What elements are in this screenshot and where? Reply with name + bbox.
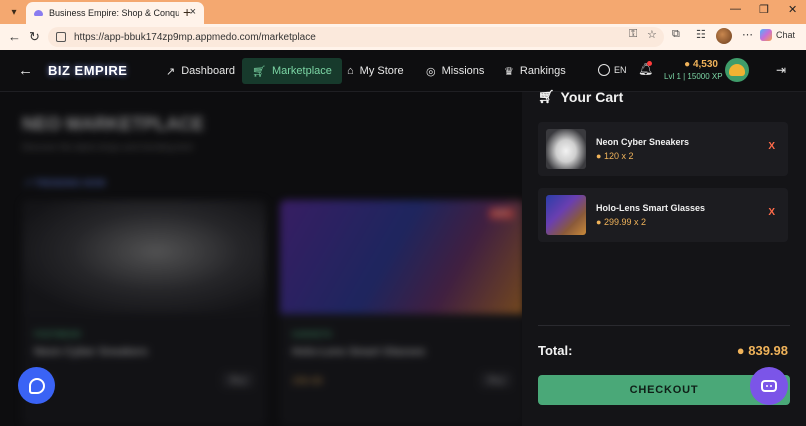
cart-item-price-value: 120 x 2 <box>603 151 634 161</box>
marketplace-title: NEO MARKETPLACE <box>22 114 205 134</box>
notification-dot <box>647 61 652 66</box>
cart-title-text: Your Cart <box>560 89 624 105</box>
chat-button[interactable] <box>18 367 55 404</box>
player-stats: ● 4,530 Lvl 1 | 15000 XP <box>664 59 723 81</box>
nav-dashboard-label: Dashboard <box>181 65 236 77</box>
total-value-amount: 839.98 <box>748 343 788 358</box>
nav-rankings[interactable]: ♛ Rankings <box>494 58 576 84</box>
nav-dashboard[interactable]: ↗ Dashboard <box>156 58 245 84</box>
target-icon: ◎ <box>426 65 436 78</box>
coin-bag-icon: ● <box>736 343 745 358</box>
cart-item-name: Neon Cyber Sneakers <box>596 137 690 147</box>
coin-balance: ● 4,530 <box>664 59 718 70</box>
level-xp: Lvl 1 | 15000 XP <box>664 72 723 81</box>
new-tab-button[interactable]: + <box>183 4 191 20</box>
player-avatar[interactable] <box>725 58 749 82</box>
profile-avatar[interactable] <box>716 28 732 44</box>
minimize-button[interactable]: — <box>730 3 741 15</box>
product-image <box>280 200 524 314</box>
cart-item-price: ● 299.99 x 2 <box>596 217 646 227</box>
nav-rankings-label: Rankings <box>519 65 566 77</box>
nav-marketplace-label: Marketplace <box>271 65 332 77</box>
tab-title: Business Empire: Shop & Conquer <box>49 8 179 18</box>
brand-logo[interactable]: BIZ EMPIRE <box>48 63 127 78</box>
hot-badge: HOT <box>489 208 514 219</box>
nav-my-store[interactable]: ⌂ My Store <box>337 58 414 84</box>
robot-icon <box>761 380 777 392</box>
language-selector[interactable]: EN <box>598 64 627 76</box>
back-arrow-icon[interactable]: ← <box>18 62 33 79</box>
url-text: https://app-bbuk174zp9mp.appmedo.com/mar… <box>74 31 316 43</box>
sneakers-thumbnail <box>546 129 586 169</box>
trending-label: ↗ TRENDING NOW <box>24 178 106 188</box>
cart-divider <box>538 325 790 326</box>
globe-icon <box>598 64 610 76</box>
remove-item-button[interactable]: X <box>768 207 775 218</box>
app-root: ← BIZ EMPIRE ↗ Dashboard 🛒︎ Marketplace … <box>0 50 806 426</box>
cart-title: 🛒︎ Your Cart <box>538 89 623 105</box>
refresh-button[interactable]: ↻ <box>29 29 40 45</box>
language-label: EN <box>614 65 627 75</box>
more-options-icon[interactable]: ⋯ <box>742 28 753 41</box>
browser-tab[interactable]: Business Empire: Shop & Conquer × <box>26 2 204 24</box>
cart-item: Holo-Lens Smart Glasses ● 299.99 x 2 X <box>538 188 788 242</box>
cart-icon: 🛒︎ <box>252 65 266 78</box>
coin-bag-icon: ● <box>596 151 602 161</box>
address-bar-row: ← ↻ https://app-bbuk174zp9mp.appmedo.com… <box>0 24 806 50</box>
product-category: FOOTWEAR <box>34 330 81 339</box>
url-field[interactable]: https://app-bbuk174zp9mp.appmedo.com/mar… <box>48 27 664 47</box>
key-icon[interactable]: ⚿ <box>629 28 637 41</box>
product-card: FOOTWEAR Neon Cyber Sneakers 120 Buy <box>22 200 266 426</box>
tab-actions-menu[interactable]: ▾ <box>3 2 25 22</box>
cart-item: Neon Cyber Sneakers ● 120 x 2 X <box>538 122 788 176</box>
close-window-button[interactable]: ✕ <box>788 3 797 16</box>
top-navbar: ← BIZ EMPIRE ↗ Dashboard 🛒︎ Marketplace … <box>0 50 806 92</box>
chat-bubble-icon <box>28 377 45 394</box>
trending-up-icon: ↗ <box>166 65 176 78</box>
avatar-icon <box>729 64 745 76</box>
favorite-star-icon[interactable]: ☆ <box>647 28 657 41</box>
extensions-icon[interactable]: ⧉ <box>672 28 680 41</box>
cart-item-price-value: 299.99 x 2 <box>603 217 646 227</box>
copilot-label: Chat <box>776 30 796 40</box>
browser-back-button[interactable]: ← <box>8 29 21 44</box>
total-value: ● 839.98 <box>737 343 788 358</box>
coin-bag-icon: ● <box>596 217 602 227</box>
trophy-icon: ♛ <box>504 65 514 78</box>
nav-marketplace[interactable]: 🛒︎ Marketplace <box>242 58 342 84</box>
trending-label-text: TRENDING NOW <box>34 178 106 188</box>
product-name: Neon Cyber Sneakers <box>34 346 148 358</box>
copilot-icon <box>760 29 772 41</box>
restore-button[interactable]: ❐ <box>759 3 769 16</box>
product-price: 299.99 <box>292 376 323 387</box>
buy-button[interactable]: Buy <box>480 372 512 388</box>
total-label: Total: <box>538 343 573 358</box>
browser-tabstrip: ▾ Business Empire: Shop & Conquer × + — … <box>0 0 806 24</box>
coin-bag-icon: ● <box>684 59 691 70</box>
nav-missions[interactable]: ◎ Missions <box>416 58 494 84</box>
cart-icon: 🛒︎ <box>538 89 555 104</box>
remove-item-button[interactable]: X <box>768 141 775 152</box>
tab-favicon-icon <box>34 10 43 16</box>
nav-missions-label: Missions <box>441 65 485 77</box>
store-icon: ⌂ <box>347 65 354 77</box>
buy-button[interactable]: Buy <box>222 372 254 388</box>
favorites-icon[interactable]: ☷ <box>696 28 706 41</box>
copilot-chat-button[interactable]: Chat <box>760 29 795 41</box>
product-name: Holo-Lens Smart Glasses <box>292 346 426 358</box>
nav-my-store-label: My Store <box>359 65 404 77</box>
site-info-icon[interactable] <box>56 32 66 42</box>
marketplace-subtitle: Discover the latest drops and trending t… <box>22 142 194 152</box>
ai-assistant-button[interactable] <box>750 367 788 405</box>
product-category: GADGETS <box>292 330 332 339</box>
product-card: HOT GADGETS Holo-Lens Smart Glasses 299.… <box>280 200 524 426</box>
cart-item-price: ● 120 x 2 <box>596 151 633 161</box>
marketplace-background: NEO MARKETPLACE Discover the latest drop… <box>0 92 524 426</box>
coin-balance-value: 4,530 <box>692 59 718 70</box>
product-image <box>22 200 266 314</box>
glasses-thumbnail <box>546 195 586 235</box>
logout-icon[interactable]: ⇥ <box>776 63 786 77</box>
cart-item-name: Holo-Lens Smart Glasses <box>596 203 706 213</box>
